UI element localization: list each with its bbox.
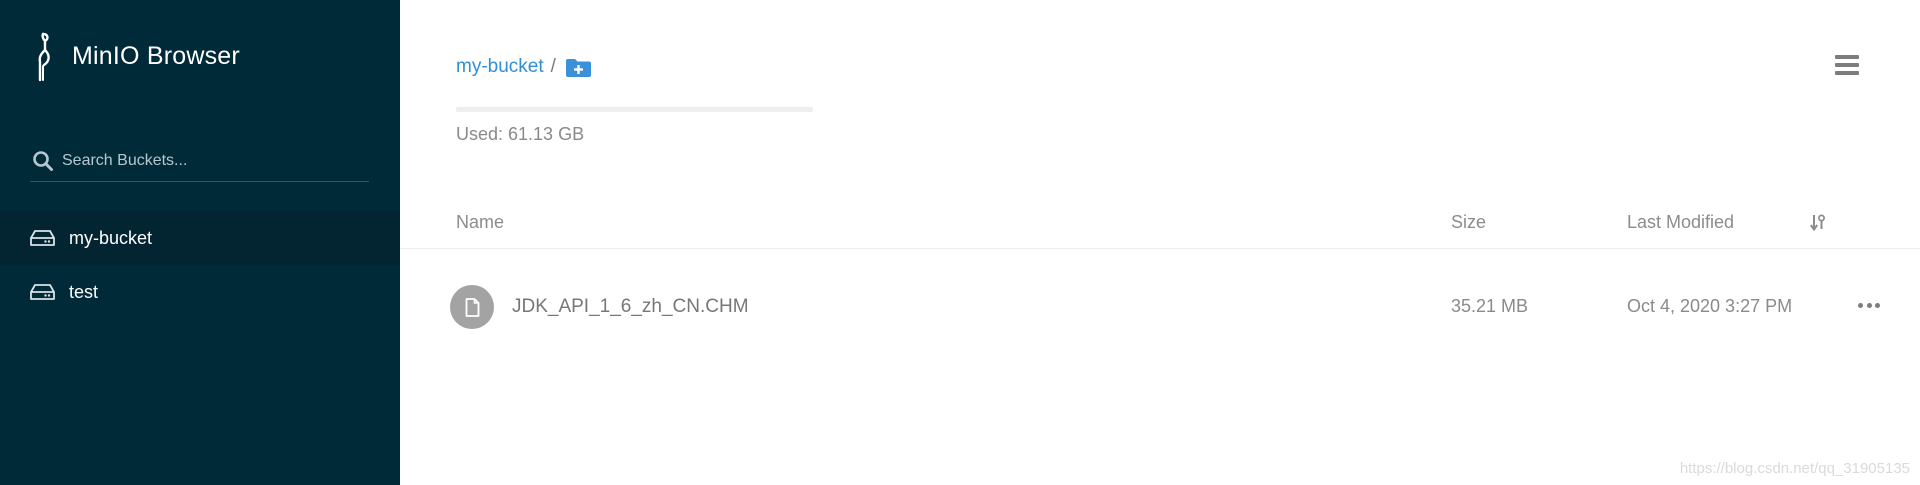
bucket-label: my-bucket bbox=[69, 227, 153, 248]
bucket-label: test bbox=[69, 281, 99, 302]
more-dots-icon[interactable] bbox=[1858, 298, 1880, 312]
hamburger-menu-icon[interactable] bbox=[1835, 55, 1859, 77]
sidebar-bucket-test[interactable]: test bbox=[0, 265, 400, 319]
search-icon bbox=[33, 150, 53, 171]
minio-bird-icon bbox=[38, 32, 50, 82]
file-icon[interactable] bbox=[450, 285, 494, 329]
breadcrumb-separator: / bbox=[550, 56, 556, 77]
hard-drive-icon bbox=[30, 284, 55, 300]
app-title: MinIO Browser bbox=[72, 41, 240, 70]
watermark: https://blog.csdn.net/qq_31905135 bbox=[1679, 460, 1910, 477]
brand: MinIO Browser bbox=[30, 30, 240, 82]
bucket-search bbox=[30, 140, 369, 182]
main-content: my-bucket / Used: 61.13 GB Name Size Las… bbox=[400, 0, 1920, 485]
table-header: Name Size Last Modified bbox=[400, 195, 1920, 249]
breadcrumb: my-bucket / bbox=[456, 56, 592, 78]
sidebar: MinIO Browser my-bucket test bbox=[0, 0, 400, 485]
column-header-size[interactable]: Size bbox=[1451, 212, 1486, 233]
table-row[interactable]: JDK_API_1_6_zh_CN.CHM 35.21 MB Oct 4, 20… bbox=[400, 262, 1920, 352]
column-header-last-modified[interactable]: Last Modified bbox=[1627, 212, 1734, 233]
storage-usage-text: Used: 61.13 GB bbox=[456, 124, 585, 144]
file-name[interactable]: JDK_API_1_6_zh_CN.CHM bbox=[512, 296, 749, 318]
file-size: 35.21 MB bbox=[1451, 296, 1529, 316]
sort-icon[interactable] bbox=[1810, 213, 1826, 232]
breadcrumb-bucket-link[interactable]: my-bucket bbox=[456, 56, 544, 78]
search-buckets-input[interactable] bbox=[62, 151, 352, 170]
column-header-name[interactable]: Name bbox=[456, 212, 504, 233]
folder-plus-icon[interactable] bbox=[565, 57, 592, 78]
file-last-modified: Oct 4, 2020 3:27 PM bbox=[1627, 296, 1793, 316]
sidebar-bucket-my-bucket[interactable]: my-bucket bbox=[0, 211, 400, 265]
hard-drive-icon bbox=[30, 230, 55, 246]
storage-usage-bar bbox=[456, 107, 813, 112]
